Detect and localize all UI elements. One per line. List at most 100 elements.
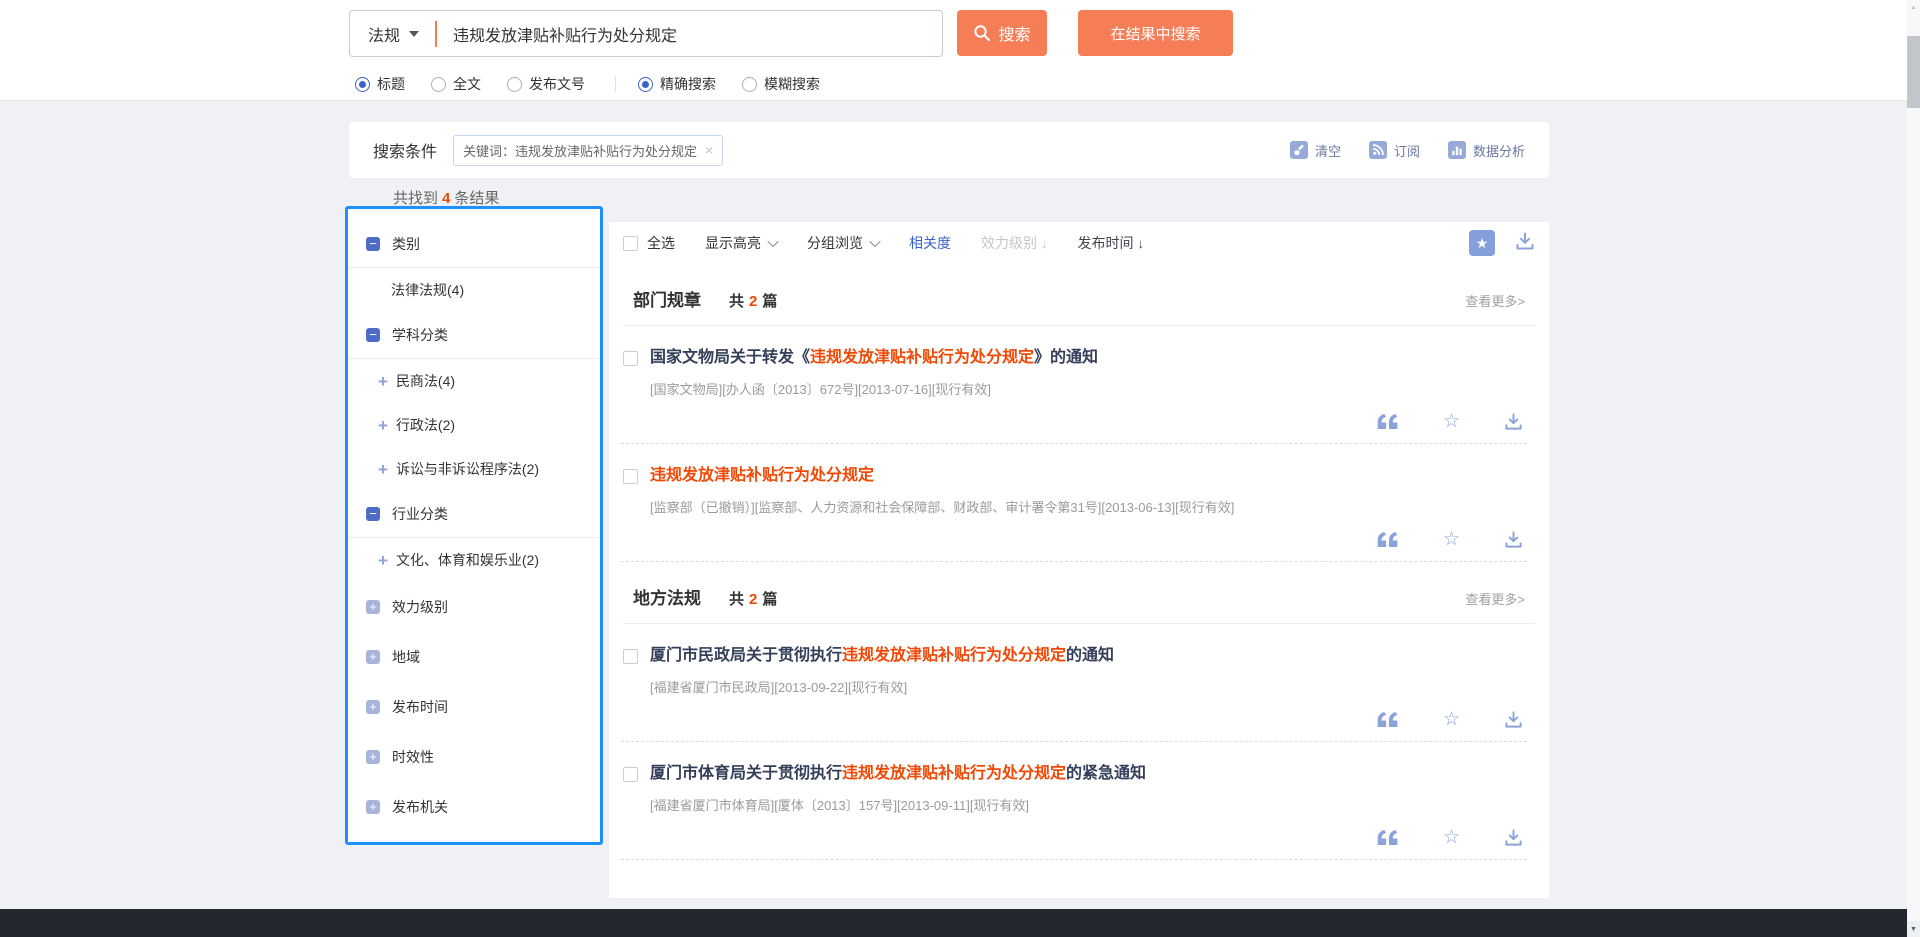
results-panel: 全选 显示高亮 分组浏览 相关度 效力级别 ↓ 发布时间 ↓ ★ (609, 222, 1549, 898)
result-checkbox[interactable] (623, 767, 638, 782)
expand-plus-icon[interactable]: + (366, 700, 380, 714)
tag-close-icon[interactable]: × (705, 143, 713, 157)
star-outline-icon: ☆ (1443, 828, 1460, 847)
highlighted-text: 违规发放津贴补贴行为处分规定 (810, 349, 1034, 366)
sidebar-section-subject[interactable]: − 学科分类 (348, 312, 600, 358)
group-view-dropdown[interactable]: 分组浏览 (807, 233, 879, 253)
favorite-button[interactable]: ☆ (1443, 530, 1460, 549)
sidebar-item-procedure-law[interactable]: + 诉讼与非诉讼程序法(2) (348, 447, 600, 491)
scroll-up-arrow-icon[interactable]: ▲ (1907, 0, 1920, 15)
sidebar-section-category[interactable]: − 类别 (348, 221, 600, 267)
search-category-select[interactable]: 法规 (350, 22, 435, 46)
radio-fuzzy-search[interactable]: 模糊搜索 (742, 74, 820, 94)
filter-sidebar: − 类别 法律法规(4) − 学科分类 + 民商法(4) + 行政法(2) + … (345, 206, 603, 845)
view-more-link[interactable]: 查看更多> (1465, 589, 1525, 608)
favorite-all-button[interactable]: ★ (1469, 230, 1495, 256)
keyword-tag[interactable]: 关键词：违规发放津贴补贴行为处分规定 × (453, 135, 723, 166)
result-meta: [监察部（已撤销）][监察部、人力资源和社会保障部、财政部、审计署令第31号][… (650, 497, 1527, 516)
top-search-header: 法规 搜索 在结果中搜索 标题 全文 发布文号 (0, 0, 1920, 101)
favorite-button[interactable]: ☆ (1443, 710, 1460, 729)
conditions-title: 搜索条件 (373, 138, 437, 162)
expand-plus-icon[interactable]: + (366, 750, 380, 764)
collapse-minus-icon[interactable]: − (366, 237, 380, 251)
result-item: 国家文物局关于转发《违规发放津贴补贴行为处分规定》的通知 [国家文物局][办人函… (621, 326, 1527, 444)
search-button[interactable]: 搜索 (957, 10, 1047, 56)
result-title[interactable]: 国家文物局关于转发《违规发放津贴补贴行为处分规定》的通知 (650, 346, 1527, 370)
quote-icon (1377, 712, 1399, 727)
sidebar-section-industry[interactable]: − 行业分类 (348, 491, 600, 537)
result-title[interactable]: 厦门市体育局关于贯彻执行违规发放津贴补贴行为处分规定的紧急通知 (650, 762, 1527, 786)
radio-fulltext[interactable]: 全文 (431, 74, 481, 94)
expand-plus-icon[interactable]: + (366, 600, 380, 614)
sort-pub-date[interactable]: 发布时间 ↓ (1078, 233, 1145, 253)
radio-selected-icon (355, 77, 370, 92)
expand-plus-icon[interactable]: + (366, 650, 380, 664)
result-checkbox[interactable] (623, 649, 638, 664)
scrollbar-thumb[interactable] (1907, 36, 1920, 108)
bar-chart-icon (1448, 141, 1466, 159)
radio-icon (742, 77, 757, 92)
search-conditions-panel: 搜索条件 关键词：违规发放津贴补贴行为处分规定 × 清空 订阅 (349, 122, 1549, 178)
sidebar-item-admin-law[interactable]: + 行政法(2) (348, 403, 600, 447)
collapse-minus-icon[interactable]: − (366, 507, 380, 521)
collapse-minus-icon[interactable]: − (366, 328, 380, 342)
footer-bar (0, 909, 1920, 937)
sidebar-section-region[interactable]: + 地域 (348, 632, 600, 682)
search-input[interactable] (451, 24, 942, 44)
result-checkbox[interactable] (623, 351, 638, 366)
download-button[interactable] (1504, 828, 1523, 847)
divider (435, 21, 437, 47)
expand-plus-icon[interactable]: + (366, 800, 380, 814)
download-button[interactable] (1504, 412, 1523, 431)
scrollbar[interactable]: ▲ ▼ (1907, 0, 1920, 937)
download-icon (1504, 828, 1523, 847)
star-icon: ★ (1476, 235, 1489, 252)
subscribe-button[interactable]: 订阅 (1369, 141, 1420, 160)
quote-icon (1377, 414, 1399, 429)
result-checkbox[interactable] (623, 469, 638, 484)
download-icon (1504, 710, 1523, 729)
view-more-link[interactable]: 查看更多> (1465, 291, 1525, 310)
sidebar-section-issuing-authority[interactable]: + 发布机关 (348, 782, 600, 832)
select-all-checkbox[interactable]: 全选 (623, 233, 675, 253)
highlight-dropdown[interactable]: 显示高亮 (705, 233, 777, 253)
sidebar-item-laws[interactable]: 法律法规(4) (348, 268, 600, 312)
checkbox-icon[interactable] (623, 236, 638, 251)
sidebar-item-culture-sports[interactable]: + 文化、体育和娱乐业(2) (348, 538, 600, 582)
sidebar-section-pub-date[interactable]: + 发布时间 (348, 682, 600, 732)
sidebar-section-effect-level[interactable]: + 效力级别 (348, 582, 600, 632)
download-all-button[interactable] (1515, 231, 1535, 256)
expand-plus-icon[interactable]: + (378, 552, 388, 569)
download-icon (1504, 412, 1523, 431)
radio-title[interactable]: 标题 (355, 74, 405, 94)
highlighted-text: 违规发放津贴补贴行为处分规定 (842, 765, 1066, 782)
highlighted-text: 违规发放津贴补贴行为处分规定 (650, 467, 874, 484)
download-button[interactable] (1504, 530, 1523, 549)
search-in-results-button[interactable]: 在结果中搜索 (1078, 10, 1233, 56)
expand-plus-icon[interactable]: + (378, 461, 388, 478)
result-title[interactable]: 厦门市民政局关于贯彻执行违规发放津贴补贴行为处分规定的通知 (650, 644, 1527, 668)
quote-icon (1377, 830, 1399, 845)
download-button[interactable] (1504, 710, 1523, 729)
sort-relevance[interactable]: 相关度 (909, 233, 951, 253)
data-analysis-button[interactable]: 数据分析 (1448, 141, 1525, 160)
expand-plus-icon[interactable]: + (378, 417, 388, 434)
sidebar-section-validity[interactable]: + 时效性 (348, 732, 600, 782)
result-title[interactable]: 违规发放津贴补贴行为处分规定 (650, 464, 1527, 488)
divider (615, 76, 616, 92)
cite-button[interactable] (1377, 712, 1399, 727)
sidebar-item-civil-law[interactable]: + 民商法(4) (348, 359, 600, 403)
cite-button[interactable] (1377, 414, 1399, 429)
favorite-button[interactable]: ☆ (1443, 828, 1460, 847)
clear-button[interactable]: 清空 (1290, 141, 1341, 160)
subscribe-label: 订阅 (1394, 141, 1420, 160)
scroll-down-arrow-icon[interactable]: ▼ (1907, 921, 1920, 937)
radio-doc-number[interactable]: 发布文号 (507, 74, 585, 94)
cite-button[interactable] (1377, 830, 1399, 845)
arrow-down-icon: ↓ (1138, 236, 1145, 251)
expand-plus-icon[interactable]: + (378, 373, 388, 390)
radio-exact-search[interactable]: 精确搜索 (638, 74, 716, 94)
sort-effect-level[interactable]: 效力级别 ↓ (981, 233, 1048, 253)
favorite-button[interactable]: ☆ (1443, 412, 1460, 431)
cite-button[interactable] (1377, 532, 1399, 547)
